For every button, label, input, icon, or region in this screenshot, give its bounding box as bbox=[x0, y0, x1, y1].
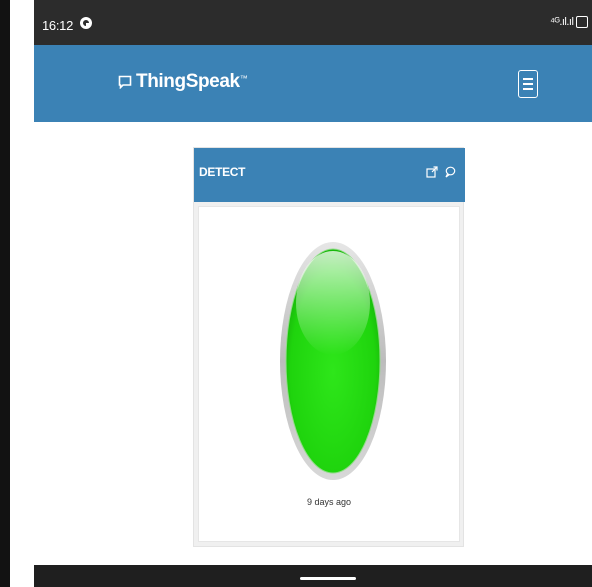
hamburger-menu-icon-bar bbox=[523, 88, 533, 90]
top-navbar: ThingSpeak ™ bbox=[34, 45, 592, 122]
lamp-indicator bbox=[280, 242, 386, 480]
hamburger-menu-button[interactable] bbox=[518, 70, 538, 98]
last-update-text: 9 days ago bbox=[306, 497, 352, 507]
brand-name: ThingSpeak bbox=[136, 71, 240, 92]
battery-icon bbox=[576, 16, 588, 29]
trademark-mark: ™ bbox=[239, 73, 248, 83]
widget-title: DETECT bbox=[199, 165, 246, 179]
device-bezel bbox=[0, 0, 10, 587]
whatsapp-icon bbox=[80, 17, 92, 29]
home-indicator[interactable] bbox=[300, 577, 356, 580]
lamp-widget: DETECT 9 days ago bbox=[193, 147, 465, 547]
system-navigation-bar bbox=[34, 565, 592, 587]
widget-body: 9 days ago bbox=[198, 206, 460, 542]
speech-bubble-icon bbox=[118, 75, 132, 89]
comment-icon[interactable] bbox=[444, 166, 456, 178]
signal-icon: ⁴ᴳ.ıl.ıl bbox=[550, 16, 574, 28]
status-bar: 16:12 ⁴ᴳ.ıl.ıl bbox=[34, 0, 592, 45]
status-time: 16:12 bbox=[42, 18, 74, 33]
brand-logo[interactable]: ThingSpeak ™ bbox=[118, 67, 248, 97]
app-screen: 16:12 ⁴ᴳ.ıl.ıl ThingSpeak ™ DETECT 9 day… bbox=[10, 0, 592, 587]
widget-header: DETECT bbox=[194, 148, 465, 202]
status-indicators: ⁴ᴳ.ıl.ıl bbox=[550, 16, 588, 29]
external-link-icon[interactable] bbox=[426, 166, 438, 178]
hamburger-menu-icon-bar bbox=[523, 83, 533, 85]
hamburger-menu-icon bbox=[523, 78, 533, 80]
